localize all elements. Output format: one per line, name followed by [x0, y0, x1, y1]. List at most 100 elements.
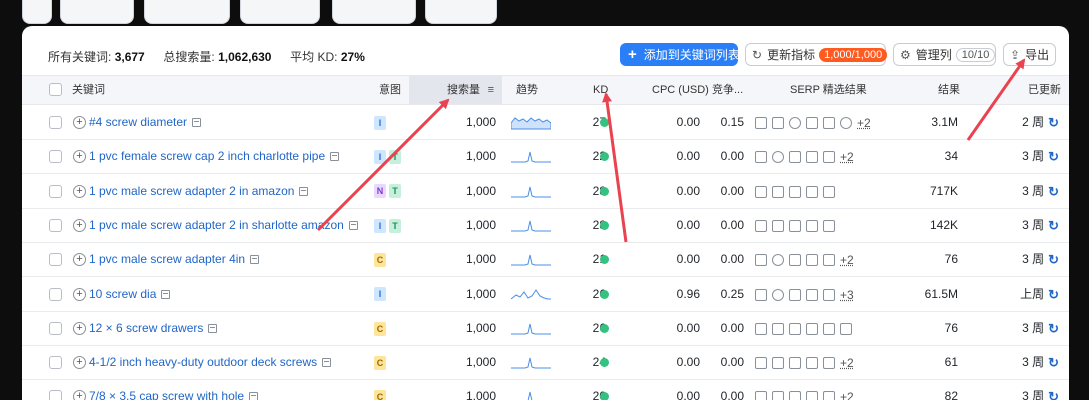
top-tab-3[interactable] — [144, 0, 230, 24]
serp-more-link[interactable]: +2 — [840, 150, 854, 164]
top-tab-2[interactable] — [60, 0, 134, 24]
row-checkbox[interactable] — [49, 150, 62, 164]
keyword-link[interactable]: 10 screw dia — [89, 278, 156, 311]
refresh-row-icon[interactable]: ↻ — [1048, 209, 1059, 242]
serp-snapshot-icon[interactable] — [250, 255, 260, 265]
sort-desc-icon[interactable]: ≡ — [488, 76, 494, 104]
add-keyword-icon[interactable]: + — [73, 390, 86, 400]
add-to-keyword-list-button[interactable]: + 添加到关键词列表 — [620, 43, 740, 66]
keyword-cell[interactable]: + 1 pvc male screw adapter 4in — [73, 243, 260, 276]
top-tab-6[interactable] — [425, 0, 497, 24]
keyword-cell[interactable]: + 1 pvc male screw adapter 2 in amazon — [73, 175, 309, 208]
table-row[interactable]: + 10 screw dia I 1,000 26 0.96 0.25 +3 6… — [22, 277, 1069, 312]
results-value: 82 — [944, 389, 958, 400]
add-keyword-icon[interactable]: + — [73, 116, 86, 129]
column-header-kd[interactable]: KD — [593, 76, 608, 104]
keyword-link[interactable]: 4-1/2 inch heavy-duty outdoor deck screw… — [89, 346, 317, 379]
column-header-results[interactable]: 结果 — [938, 76, 960, 104]
table-row[interactable]: + 1 pvc male screw adapter 2 in sharlott… — [22, 208, 1069, 243]
serp-more-link[interactable]: +2 — [857, 116, 871, 130]
table-row[interactable]: + #4 screw diameter I 1,000 27 0.00 0.15… — [22, 106, 1069, 140]
serp-feature-icon — [806, 151, 818, 164]
serp-feature-icon — [823, 391, 835, 400]
add-keyword-icon[interactable]: + — [73, 253, 86, 267]
column-header-cpc[interactable]: CPC (USD) — [652, 76, 709, 104]
top-tab-5[interactable] — [332, 0, 416, 24]
column-header-intent[interactable]: 意图 — [379, 76, 401, 104]
row-checkbox[interactable] — [49, 390, 62, 400]
refresh-row-icon[interactable]: ↻ — [1048, 278, 1059, 311]
refresh-row-icon[interactable]: ↻ — [1048, 243, 1059, 276]
serp-snapshot-icon[interactable] — [208, 323, 218, 333]
row-checkbox[interactable] — [49, 287, 62, 301]
add-keyword-icon[interactable]: + — [73, 218, 86, 232]
keyword-cell[interactable]: + #4 screw diameter — [73, 106, 202, 139]
refresh-row-icon[interactable]: ↻ — [1048, 140, 1059, 173]
keyword-cell[interactable]: + 1 pvc male screw adapter 2 in sharlott… — [73, 209, 358, 242]
table-row[interactable]: + 1 pvc female screw cap 2 inch charlott… — [22, 140, 1069, 175]
refresh-row-icon[interactable]: ↻ — [1048, 175, 1059, 208]
refresh-row-icon[interactable]: ↻ — [1048, 106, 1059, 139]
manage-columns-button[interactable]: ⚙ 管理列 10/10 — [893, 43, 996, 66]
refresh-row-icon[interactable]: ↻ — [1048, 312, 1059, 345]
serp-more-link[interactable]: +2 — [840, 253, 854, 267]
intent-badge: C — [374, 253, 386, 268]
keyword-link[interactable]: 1 pvc male screw adapter 2 in sharlotte … — [89, 209, 344, 242]
add-keyword-icon[interactable]: + — [73, 184, 86, 198]
column-header-serp[interactable]: SERP 精选结果 — [790, 76, 867, 104]
serp-snapshot-icon[interactable] — [192, 118, 202, 127]
keyword-link[interactable]: 7/8 × 3.5 cap screw with hole — [89, 380, 244, 400]
refresh-quota-badge: 1,000/1,000 — [819, 47, 888, 62]
serp-snapshot-icon[interactable] — [348, 220, 358, 230]
keyword-cell[interactable]: + 1 pvc female screw cap 2 inch charlott… — [73, 140, 340, 173]
row-checkbox[interactable] — [49, 184, 62, 198]
select-all-checkbox[interactable] — [49, 83, 62, 96]
row-checkbox[interactable] — [49, 321, 62, 335]
keyword-cell[interactable]: + 4-1/2 inch heavy-duty outdoor deck scr… — [73, 346, 332, 379]
keyword-link[interactable]: 1 pvc female screw cap 2 inch charlotte … — [89, 140, 325, 173]
row-checkbox[interactable] — [49, 116, 62, 129]
keyword-link[interactable]: 1 pvc male screw adapter 4in — [89, 243, 245, 276]
top-tab-4[interactable] — [240, 0, 320, 24]
column-header-trend[interactable]: 趋势 — [516, 76, 538, 104]
export-button[interactable]: ⇪ 导出 — [1003, 43, 1056, 66]
all-keywords-value: 3,677 — [114, 50, 145, 64]
table-row[interactable]: + 4-1/2 inch heavy-duty outdoor deck scr… — [22, 346, 1069, 381]
table-row[interactable]: + 7/8 × 3.5 cap screw with hole C 1,000 … — [22, 380, 1069, 400]
serp-snapshot-icon[interactable] — [161, 289, 171, 299]
top-tab-1[interactable] — [22, 0, 52, 24]
column-header-competition[interactable]: 竞争... — [712, 76, 743, 104]
serp-snapshot-icon[interactable] — [330, 152, 340, 162]
refresh-metrics-button[interactable]: ↻ 更新指标 1,000/1,000 — [745, 43, 888, 66]
serp-snapshot-icon[interactable] — [322, 358, 332, 368]
column-header-keyword[interactable]: 关键词 — [72, 76, 105, 104]
serp-snapshot-icon[interactable] — [249, 392, 259, 400]
serp-more-link[interactable]: +3 — [840, 288, 854, 302]
competition-value: 0.00 — [720, 355, 744, 370]
serp-more-link[interactable]: +2 — [840, 356, 854, 370]
serp-snapshot-icon[interactable] — [299, 186, 309, 196]
serp-feature-icon — [789, 185, 801, 198]
keyword-cell[interactable]: + 10 screw dia — [73, 278, 171, 311]
refresh-row-icon[interactable]: ↻ — [1048, 380, 1059, 400]
row-checkbox[interactable] — [49, 356, 62, 370]
refresh-row-icon[interactable]: ↻ — [1048, 346, 1059, 379]
table-row[interactable]: + 1 pvc male screw adapter 2 in amazon N… — [22, 174, 1069, 209]
keyword-cell[interactable]: + 7/8 × 3.5 cap screw with hole — [73, 380, 259, 400]
table-row[interactable]: + 12 × 6 screw drawers C 1,000 26 0.00 0… — [22, 311, 1069, 346]
column-header-volume[interactable]: 搜索量 ≡ — [409, 76, 502, 104]
add-keyword-icon[interactable]: + — [73, 321, 86, 335]
serp-more-link[interactable]: +2 — [840, 390, 854, 400]
add-keyword-icon[interactable]: + — [73, 287, 86, 301]
row-checkbox[interactable] — [49, 218, 62, 232]
add-keyword-icon[interactable]: + — [73, 150, 86, 164]
table-row[interactable]: + 1 pvc male screw adapter 4in C 1,000 2… — [22, 243, 1069, 278]
row-checkbox[interactable] — [49, 253, 62, 267]
keyword-link[interactable]: 12 × 6 screw drawers — [89, 312, 203, 345]
serp-feature-icon — [772, 288, 784, 301]
keyword-link[interactable]: 1 pvc male screw adapter 2 in amazon — [89, 175, 294, 208]
add-keyword-icon[interactable]: + — [73, 356, 86, 370]
keyword-link[interactable]: #4 screw diameter — [89, 106, 187, 139]
keyword-cell[interactable]: + 12 × 6 screw drawers — [73, 312, 218, 345]
column-header-updated[interactable]: 已更新 — [1028, 76, 1061, 104]
